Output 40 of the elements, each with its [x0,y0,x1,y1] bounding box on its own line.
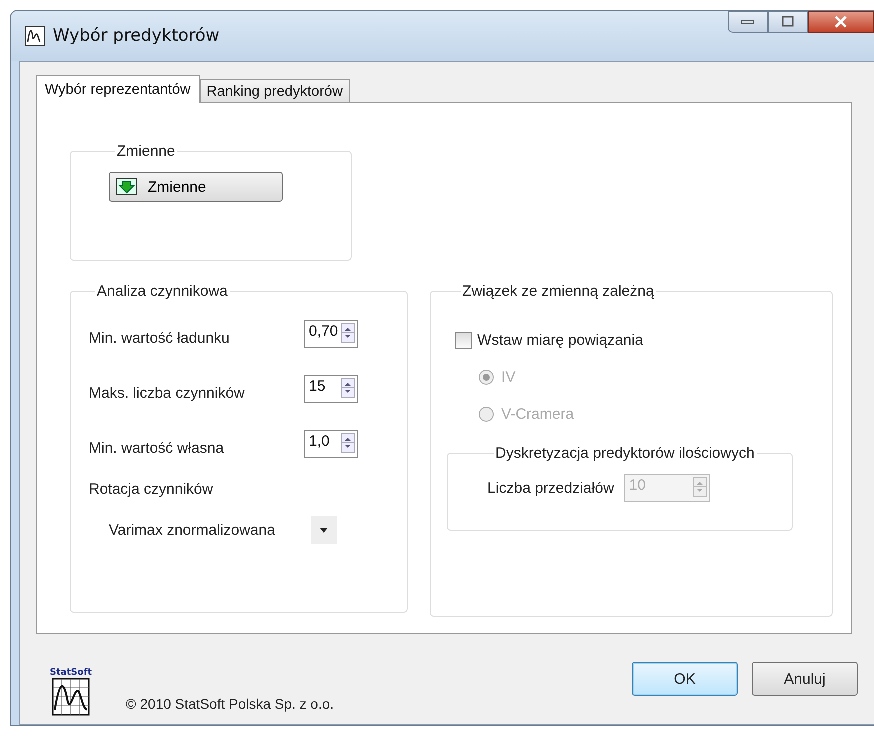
ok-button[interactable]: OK [632,662,738,696]
group-title: Związek ze zmienną zależną [462,283,656,300]
chart-logo-icon [52,678,90,716]
field-label: Min. wartość własna [89,439,226,457]
checkbox[interactable] [454,332,472,349]
maximize-icon [781,16,795,28]
group-title: Dyskretyzacja predyktorów ilościowych [494,445,756,462]
group-title: Zmienne [116,143,176,160]
dropdown-button[interactable] [311,516,338,544]
tab[interactable]: Ranking predyktorów [200,79,350,102]
tab[interactable]: Wybór reprezentantów [36,75,200,103]
minimize-icon [741,18,755,26]
checkbox-label: Wstaw miarę powiązania [478,332,644,349]
download-icon [116,178,138,196]
field-label: Liczba przedziałów [488,480,614,496]
caret-icon [320,528,328,532]
maximize-button[interactable] [768,11,808,33]
window-title: Wybór predyktorów [53,26,220,46]
close-button[interactable] [808,11,874,33]
cancel-button[interactable]: Anuluj [752,662,858,696]
radio-label: V-Cramera [502,406,574,423]
close-icon [833,15,849,29]
spin-field[interactable]: 1,0 [304,430,358,458]
spin-arrows-icon [341,378,355,398]
group-title: Analiza czynnikowa [96,283,229,300]
minimize-button[interactable] [728,11,768,33]
logo-text: StatSoft [50,668,92,678]
copyright-text: © 2010 StatSoft Polska Sp. z o.o. [126,696,334,712]
dropdown-value[interactable]: Varimax znormalizowana [109,522,276,538]
spin-arrows-icon [341,322,355,342]
field-label: Min. wartość ładunku [89,329,231,347]
field-label: Maks. liczba czynników [89,384,246,402]
spin-field[interactable]: 15 [304,374,358,402]
spin-arrows-icon [341,432,355,452]
chart-icon [25,26,45,46]
field-label: Rotacja czynników [89,481,214,498]
spin-field[interactable]: 0,70 [304,320,358,348]
spin-arrows-icon [693,477,708,497]
radio-label: IV [502,369,516,386]
variables-button[interactable]: Zmienne [109,172,283,202]
